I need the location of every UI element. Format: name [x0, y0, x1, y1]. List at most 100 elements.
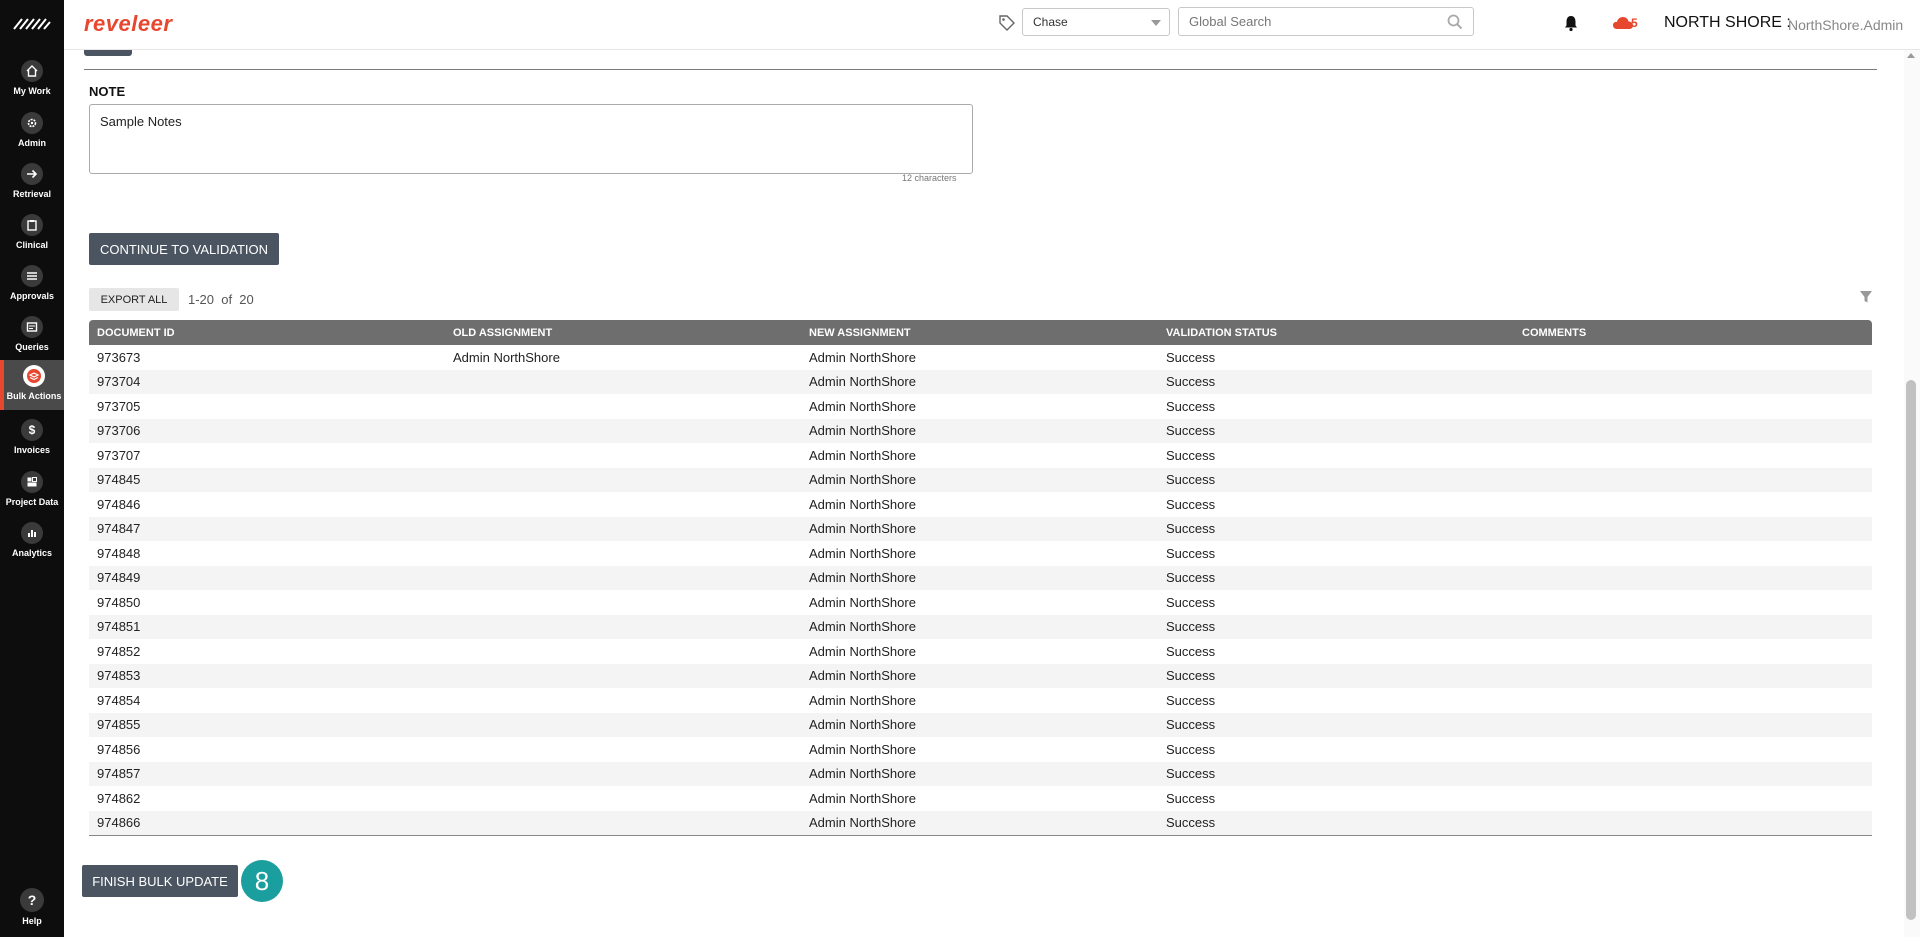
validation-status-cell: Success	[1166, 692, 1216, 708]
table-row[interactable]: 974852 Admin NorthShore Success	[89, 639, 1872, 664]
validation-status-cell: Success	[1166, 815, 1216, 831]
validation-status-cell: Success	[1166, 374, 1216, 390]
document-id-cell: 974866	[97, 815, 141, 831]
validation-status-cell: Success	[1166, 594, 1216, 610]
global-search-input[interactable]	[1179, 8, 1429, 35]
document-id-cell: 974846	[97, 496, 141, 512]
document-id-cell: 974854	[97, 692, 141, 708]
pagination-summary: 1-20 of 20	[188, 292, 254, 307]
gear-icon	[21, 112, 43, 134]
document-id-cell: 974847	[97, 521, 141, 537]
project-select[interactable]: Chase	[1022, 8, 1170, 36]
sidebar-item-retrieval[interactable]: Retrieval	[0, 158, 64, 208]
sidebar-item-label: Approvals	[9, 291, 54, 301]
column-header-document-id[interactable]: DOCUMENT ID	[89, 327, 445, 339]
sidebar-item-label: Clinical	[15, 240, 48, 250]
table-row[interactable]: 974866 Admin NorthShore Success	[89, 810, 1872, 835]
document-id-cell: 974857	[97, 766, 141, 782]
table-row[interactable]: 974856 Admin NorthShore Success	[89, 737, 1872, 762]
step-number-badge: 8	[241, 860, 283, 902]
finish-bulk-update-button[interactable]: FINISH BULK UPDATE	[82, 865, 238, 897]
new-assignment-cell: Admin NorthShore	[809, 398, 916, 414]
new-assignment-cell: Admin NorthShore	[809, 349, 916, 365]
table-header: DOCUMENT ID OLD ASSIGNMENT NEW ASSIGNMEN…	[89, 320, 1872, 345]
new-assignment-cell: Admin NorthShore	[809, 423, 916, 439]
chevron-down-icon	[1151, 20, 1161, 26]
org-name: NORTH SHORE :	[1664, 14, 1791, 31]
table-row[interactable]: 974850 Admin NorthShore Success	[89, 590, 1872, 615]
sidebar-item-analytics[interactable]: Analytics	[0, 517, 64, 567]
export-all-button[interactable]: EXPORT ALL	[89, 288, 179, 311]
global-search[interactable]	[1178, 7, 1474, 36]
validation-status-cell: Success	[1166, 496, 1216, 512]
note-char-count: 12 characters	[902, 173, 957, 183]
sidebar-item-bulk-actions[interactable]: Bulk Actions	[0, 360, 64, 410]
list-icon	[21, 265, 43, 287]
scrollbar-thumb[interactable]	[1906, 380, 1916, 920]
table-row[interactable]: 973707 Admin NorthShore Success	[89, 443, 1872, 468]
sidebar-item-approvals[interactable]: Approvals	[0, 260, 64, 310]
note-label: NOTE	[89, 84, 126, 99]
new-assignment-cell: Admin NorthShore	[809, 643, 916, 659]
document-id-cell: 974853	[97, 668, 141, 684]
table-row[interactable]: 974849 Admin NorthShore Success	[89, 565, 1872, 590]
document-id-cell: 974845	[97, 472, 141, 488]
table-row[interactable]: 974845 Admin NorthShore Success	[89, 467, 1872, 492]
search-icon[interactable]	[1447, 14, 1463, 30]
sidebar-item-label: My Work	[13, 86, 51, 96]
old-assignment-cell: Admin NorthShore	[453, 349, 560, 365]
table-row[interactable]: 974846 Admin NorthShore Success	[89, 492, 1872, 517]
table-row[interactable]: 974851 Admin NorthShore Success	[89, 614, 1872, 639]
sidebar-item-queries[interactable]: Queries	[0, 311, 64, 361]
new-assignment-cell: Admin NorthShore	[809, 472, 916, 488]
section-divider	[84, 69, 1877, 70]
column-header-validation-status[interactable]: VALIDATION STATUS	[1158, 327, 1514, 339]
validation-status-cell: Success	[1166, 741, 1216, 757]
document-id-cell: 974862	[97, 790, 141, 806]
truncated-button[interactable]	[84, 50, 132, 56]
table-row[interactable]: 973705 Admin NorthShore Success	[89, 394, 1872, 419]
validation-status-cell: Success	[1166, 472, 1216, 488]
table-row[interactable]: 974857 Admin NorthShore Success	[89, 761, 1872, 786]
column-header-old-assignment[interactable]: OLD ASSIGNMENT	[445, 327, 801, 339]
note-textarea[interactable]: Sample Notes	[89, 104, 973, 174]
document-id-cell: 973705	[97, 398, 141, 414]
table-row[interactable]: 974862 Admin NorthShore Success	[89, 786, 1872, 811]
filter-icon[interactable]	[1859, 290, 1873, 304]
sidebar-item-help[interactable]: ? Help	[0, 888, 64, 934]
new-assignment-cell: Admin NorthShore	[809, 790, 916, 806]
continue-to-validation-button[interactable]: CONTINUE TO VALIDATION	[89, 233, 279, 265]
sidebar-item-clinical[interactable]: Clinical	[0, 209, 64, 259]
new-assignment-cell: Admin NorthShore	[809, 594, 916, 610]
sidebar-item-admin[interactable]: Admin	[0, 107, 64, 157]
sidebar-item-invoices[interactable]: $ Invoices	[0, 414, 64, 464]
bell-icon[interactable]	[1562, 14, 1580, 32]
table-row[interactable]: 974854 Admin NorthShore Success	[89, 688, 1872, 713]
table-row[interactable]: 974853 Admin NorthShore Success	[89, 663, 1872, 688]
column-header-new-assignment[interactable]: NEW ASSIGNMENT	[801, 327, 1158, 339]
new-assignment-cell: Admin NorthShore	[809, 692, 916, 708]
sidebar-item-my-work[interactable]: My Work	[0, 55, 64, 105]
table-row[interactable]: 973673 Admin NorthShore Admin NorthShore Su…	[89, 345, 1872, 370]
table-row[interactable]: 973706 Admin NorthShore Success	[89, 418, 1872, 443]
sidebar-item-project-data[interactable]: Project Data	[0, 466, 64, 516]
brand-logo[interactable]: reveleer	[84, 11, 172, 37]
tag-icon[interactable]	[998, 14, 1016, 32]
table-body: 973673 Admin NorthShore Admin NorthShore Su…	[89, 345, 1872, 835]
user-name[interactable]: NorthShore.Admin	[1788, 17, 1903, 33]
table-row[interactable]: 973704 Admin NorthShore Success	[89, 369, 1872, 394]
validation-table: DOCUMENT ID OLD ASSIGNMENT NEW ASSIGNMEN…	[89, 320, 1872, 836]
reveleer-logo-icon[interactable]	[12, 15, 52, 33]
validation-status-cell: Success	[1166, 643, 1216, 659]
scroll-up-arrow-icon[interactable]	[1907, 53, 1915, 58]
document-id-cell: 973673	[97, 349, 141, 365]
validation-status-cell: Success	[1166, 423, 1216, 439]
table-row[interactable]: 974855 Admin NorthShore Success	[89, 712, 1872, 737]
table-row[interactable]: 974847 Admin NorthShore Success	[89, 516, 1872, 541]
new-assignment-cell: Admin NorthShore	[809, 447, 916, 463]
top-header: reveleer Chase 5 NORTH SHORE : NorthShor…	[64, 0, 1920, 50]
column-header-comments[interactable]: COMMENTS	[1514, 327, 1872, 339]
validation-status-cell: Success	[1166, 521, 1216, 537]
table-row[interactable]: 974848 Admin NorthShore Success	[89, 541, 1872, 566]
sidebar-item-label: Bulk Actions	[6, 391, 62, 401]
